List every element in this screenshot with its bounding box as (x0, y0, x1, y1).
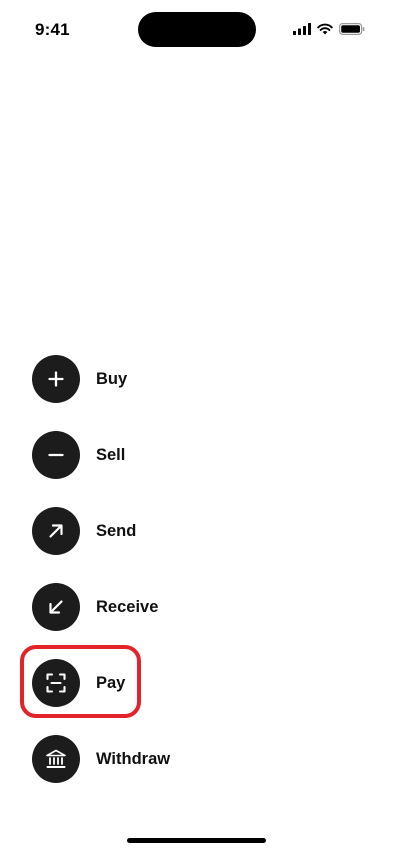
send-label: Send (96, 521, 137, 540)
dynamic-island (138, 12, 256, 47)
pay-highlight-box (20, 645, 141, 718)
status-bar: 9:41 (0, 0, 393, 60)
receive-label: Receive (96, 597, 159, 616)
bank-icon (32, 735, 80, 783)
wifi-icon (317, 22, 333, 40)
status-icons (293, 22, 365, 40)
send-action[interactable]: Send (32, 507, 136, 555)
receive-action[interactable]: Receive (32, 583, 158, 631)
sell-action[interactable]: Sell (32, 431, 125, 479)
buy-label: Buy (96, 369, 128, 388)
withdraw-action[interactable]: Withdraw (32, 735, 170, 783)
sell-label: Sell (96, 445, 126, 464)
arrow-down-left-icon (32, 583, 80, 631)
cellular-signal-icon (293, 22, 311, 40)
battery-icon (339, 22, 365, 40)
buy-action[interactable]: Buy (32, 355, 127, 403)
status-time: 9:41 (35, 20, 70, 39)
home-indicator[interactable] (127, 838, 266, 843)
arrow-up-right-icon (32, 507, 80, 555)
plus-icon (32, 355, 80, 403)
minus-icon (32, 431, 80, 479)
withdraw-label: Withdraw (96, 749, 171, 768)
